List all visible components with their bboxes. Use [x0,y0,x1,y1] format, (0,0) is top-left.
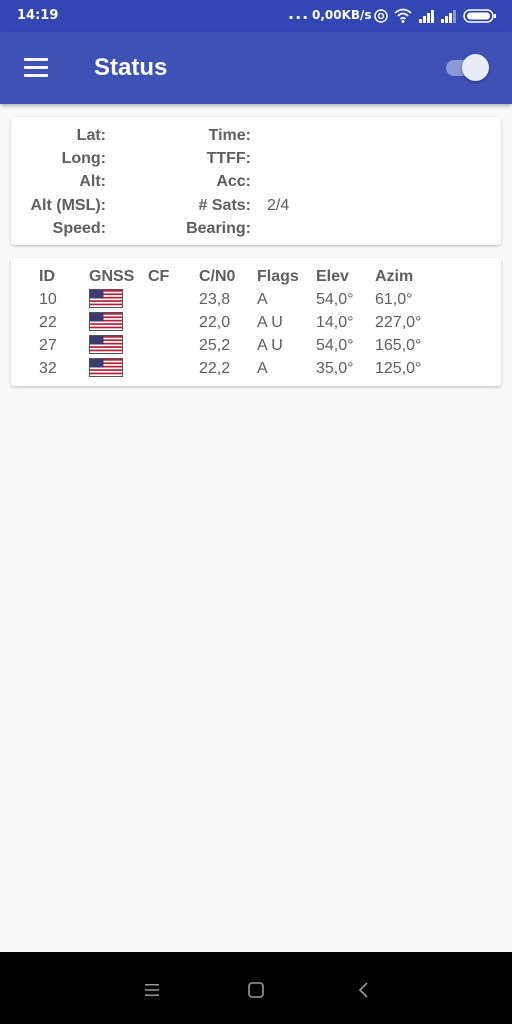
bearing-label: Bearing: [186,220,251,237]
signal-icon [441,10,456,23]
us-flag-icon [89,312,123,331]
col-header-cf: CF [148,268,170,285]
num-sats-label: # Sats: [198,197,251,214]
sat-cn0: 23,8 [199,291,231,308]
col-header-cn0: C/N0 [199,268,236,285]
recents-icon[interactable] [140,980,164,1000]
sat-cn0: 25,2 [199,337,231,354]
time-label: Time: [208,127,251,144]
sat-elev: 54,0° [316,337,354,354]
toggle-thumb [462,54,489,81]
col-header-flags: Flags [257,268,299,285]
gps-toggle-switch[interactable] [444,54,490,82]
col-header-azim: Azim [375,268,414,285]
more-notifications-icon: ... [288,4,310,23]
us-flag-icon [89,289,123,308]
sat-id: 32 [39,360,57,377]
sat-flags: A [257,360,268,377]
us-flag-icon [89,358,123,377]
num-sats-value: 2/4 [267,197,290,214]
sat-id: 10 [39,291,57,308]
sat-elev: 14,0° [316,314,354,331]
satellite-table: ID GNSS CF C/N0 Flags Elev Azim 10 23,8 … [11,258,501,386]
sat-elev: 54,0° [316,291,354,308]
navigation-bar [0,952,512,1024]
sat-cn0: 22,0 [199,314,231,331]
us-flag-icon [89,335,123,354]
battery-icon [463,9,496,23]
location-card: Lat: Long: Alt: Alt (MSL): Speed: Time: … [11,117,501,245]
speed-label: Speed: [52,220,106,237]
status-time: 14:19 [17,8,59,23]
back-icon[interactable] [352,980,376,1000]
home-icon[interactable] [244,980,268,1000]
sat-id: 22 [39,314,57,331]
sat-azim: 227,0° [375,314,422,331]
network-speed: 0,00KB/s [312,8,372,22]
alt-msl-label: Alt (MSL): [30,197,106,214]
col-header-gnss: GNSS [89,268,135,285]
alt-label: Alt: [79,173,106,190]
col-header-elev: Elev [316,268,349,285]
long-label: Long: [61,150,106,167]
col-header-id: ID [39,268,55,285]
sat-flags: A U [257,337,283,354]
app-bar: Status [0,32,512,104]
lat-label: Lat: [76,127,106,144]
sat-elev: 35,0° [316,360,354,377]
hotspot-icon [374,9,388,23]
status-bar: 14:19 ... 0,00KB/s [0,0,512,32]
signal-icon [419,10,434,23]
sat-cn0: 22,2 [199,360,231,377]
page-title: Status [94,54,168,81]
sat-azim: 125,0° [375,360,422,377]
sat-flags: A U [257,314,283,331]
sat-azim: 61,0° [375,291,413,308]
sat-azim: 165,0° [375,337,422,354]
acc-label: Acc: [216,173,251,190]
ttff-label: TTFF: [206,150,251,167]
sat-id: 27 [39,337,57,354]
hamburger-menu-icon[interactable] [20,52,54,84]
sat-flags: A [257,291,268,308]
wifi-icon [394,8,412,23]
